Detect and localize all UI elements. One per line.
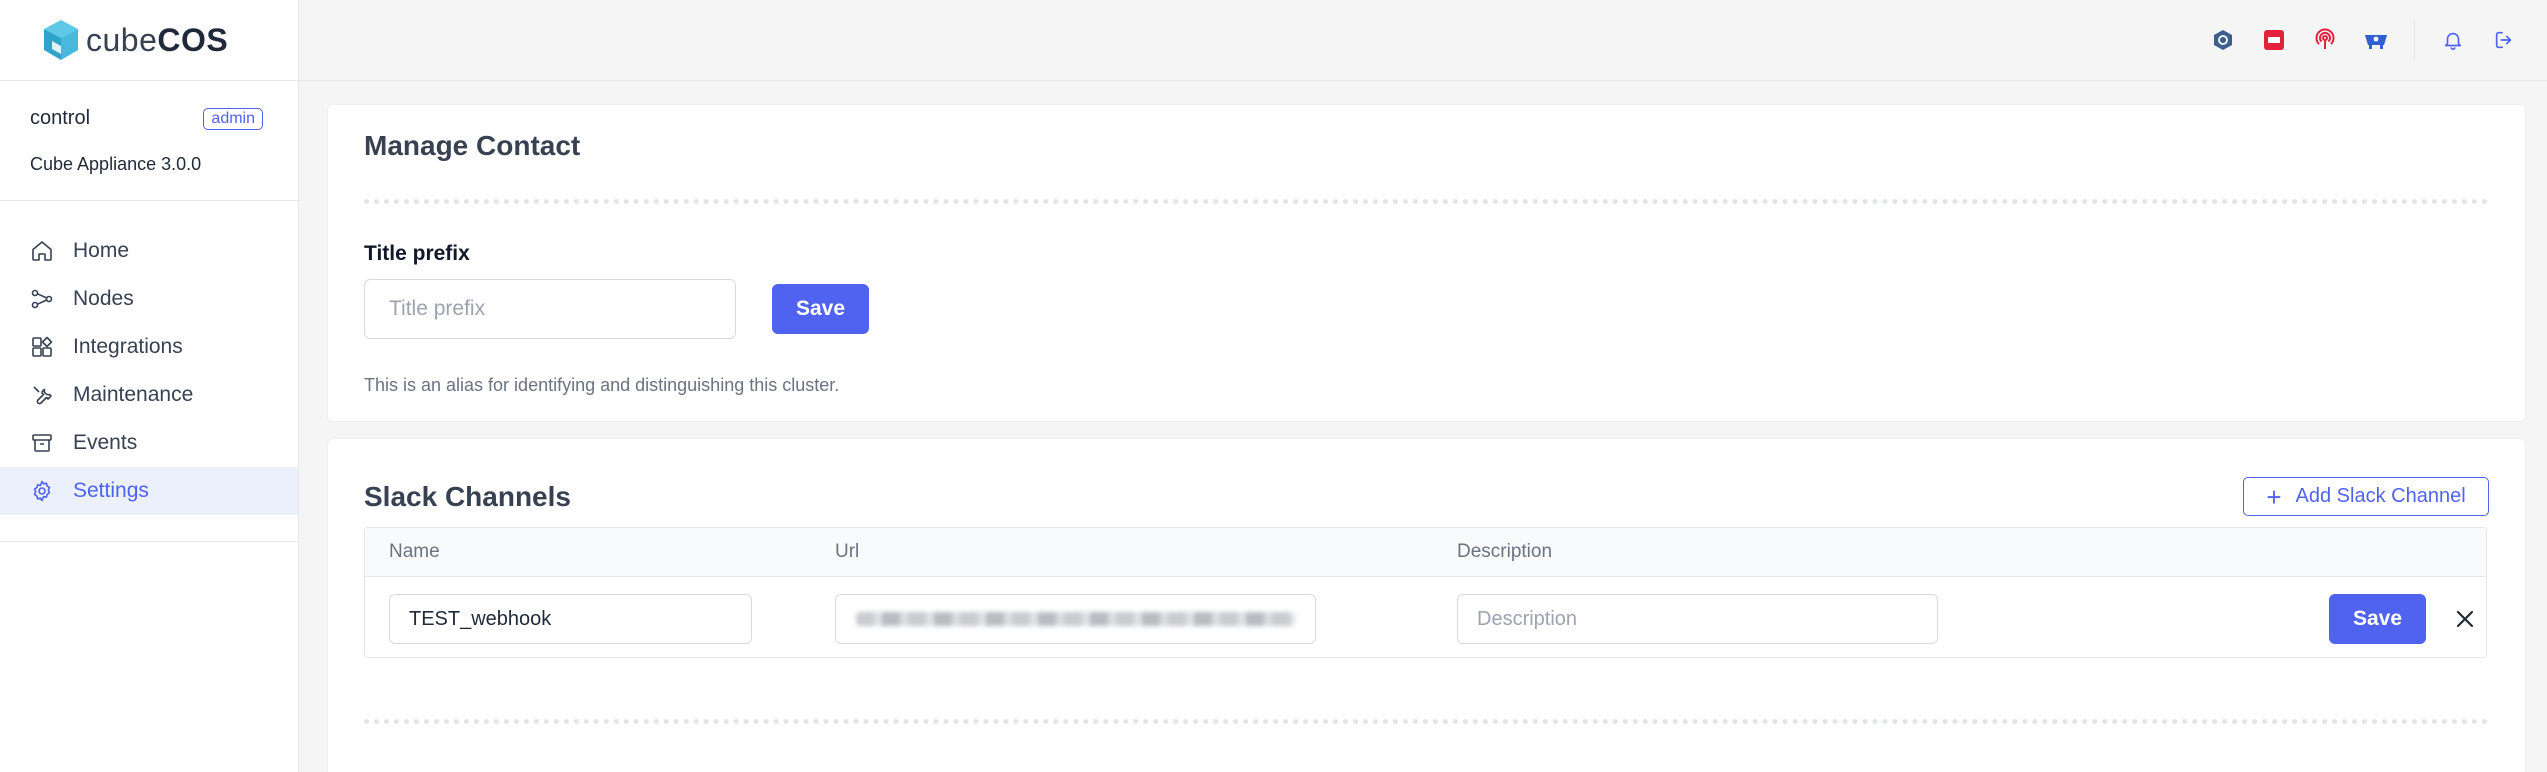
cube-logo-icon — [44, 20, 78, 60]
account-username: control — [30, 107, 91, 129]
ceph-icon[interactable] — [2210, 27, 2236, 53]
brand-name-cube: cube — [86, 21, 158, 58]
channel-save-button[interactable]: Save — [2329, 594, 2426, 644]
wrench-icon — [33, 386, 52, 405]
title-prefix-save-button[interactable]: Save — [772, 284, 869, 334]
sidebar-item-maintenance[interactable]: Maintenance — [0, 371, 298, 419]
sidebar-item-events[interactable]: Events — [0, 419, 298, 467]
title-prefix-input[interactable] — [364, 279, 736, 339]
title-prefix-hint: This is an alias for identifying and dis… — [364, 375, 840, 395]
manage-contact-panel: Manage Contact Title prefix Save This is… — [327, 104, 2526, 422]
title-prefix-label: Title prefix — [364, 242, 470, 265]
bell-icon[interactable] — [2440, 27, 2466, 53]
sidebar-item-label: Integrations — [73, 335, 183, 358]
url-redacted — [836, 595, 1315, 643]
column-header-url: Url — [835, 541, 860, 562]
sidebar-item-settings[interactable]: Settings — [0, 467, 298, 515]
archive-icon — [32, 434, 52, 452]
podcast-icon[interactable] — [2312, 27, 2338, 53]
brand[interactable]: cube COS — [0, 0, 298, 81]
column-header-description: Description — [1457, 541, 1553, 562]
close-icon[interactable] — [2454, 608, 2476, 630]
column-header-name: Name — [389, 541, 440, 562]
manage-contact-title: Manage Contact — [364, 130, 581, 161]
section-divider — [364, 719, 2489, 724]
sidebar-nav: Home Nodes Integrations Maintenance Even… — [0, 201, 298, 542]
header-divider — [2414, 20, 2415, 60]
sidebar-item-label: Home — [73, 239, 130, 262]
slack-channels-table: Name Url Description Save — [364, 527, 2487, 658]
appliance-version: Cube Appliance 3.0.0 — [30, 154, 202, 174]
sidebar-item-label: Nodes — [73, 287, 134, 310]
plus-icon: + — [2266, 481, 2282, 512]
home-icon — [32, 241, 52, 261]
sidebar-item-label: Settings — [73, 479, 149, 502]
channel-description-input[interactable] — [1457, 594, 1938, 644]
integrations-icon — [32, 336, 53, 357]
slack-channels-panel: Slack Channels + Add Slack Channel Name … — [327, 438, 2526, 772]
slack-channels-title: Slack Channels — [364, 481, 571, 512]
add-slack-channel-label: Add Slack Channel — [2295, 485, 2466, 507]
table-header: Name Url Description — [365, 528, 2486, 577]
sidebar-item-label: Events — [73, 431, 138, 454]
sidebar-item-label: Maintenance — [73, 383, 194, 406]
channel-name-input[interactable] — [389, 594, 752, 644]
logout-icon[interactable] — [2491, 27, 2517, 53]
sidebar-item-nodes[interactable]: Nodes — [0, 275, 298, 323]
brand-name-cos: COS — [157, 21, 229, 58]
sidebar-item-home[interactable]: Home — [0, 227, 298, 275]
channel-url-input[interactable] — [835, 594, 1316, 644]
kubernetes-icon[interactable] — [2363, 27, 2389, 53]
sidebar-item-integrations[interactable]: Integrations — [0, 323, 298, 371]
add-slack-channel-button[interactable]: + Add Slack Channel — [2243, 477, 2489, 516]
sidebar: cube COS control admin Cube Appliance 3.0… — [0, 0, 299, 772]
top-bar — [299, 0, 2547, 81]
account-panel: control admin Cube Appliance 3.0.0 — [0, 81, 298, 201]
role-badge: admin — [203, 107, 263, 130]
openstack-icon[interactable] — [2261, 27, 2287, 53]
section-divider — [364, 199, 2489, 204]
gear-icon — [33, 480, 51, 502]
nodes-icon — [31, 289, 53, 309]
